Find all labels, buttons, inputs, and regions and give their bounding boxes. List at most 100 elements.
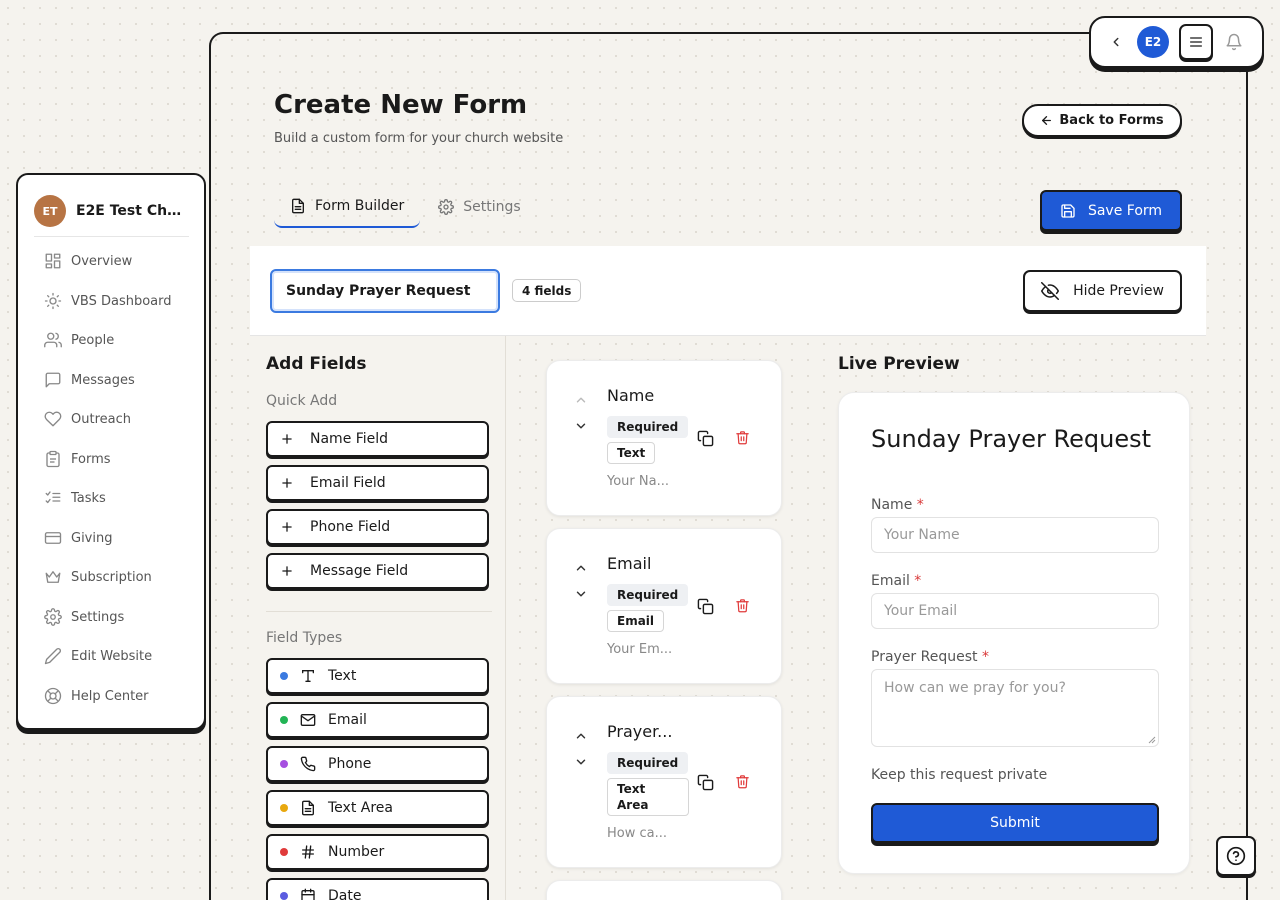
live-preview-title: Live Preview xyxy=(838,354,960,374)
trash-icon[interactable] xyxy=(735,430,751,446)
clipboard-icon xyxy=(44,450,62,468)
user-avatar[interactable]: E2 xyxy=(1137,26,1169,58)
help-button[interactable] xyxy=(1216,836,1256,876)
field-type-text-button[interactable]: Text xyxy=(266,658,489,694)
back-to-forms-label: Back to Forms xyxy=(1059,113,1164,128)
add-fields-panel: Add Fields Quick Add Name Field Email Fi… xyxy=(250,336,506,900)
preview-name-input[interactable]: Your Name xyxy=(871,517,1159,553)
sidebar-item-edit-website[interactable]: Edit Website xyxy=(44,645,152,667)
copy-icon[interactable] xyxy=(697,774,715,792)
chevron-left-icon[interactable] xyxy=(1105,31,1127,53)
hide-preview-label: Hide Preview xyxy=(1073,283,1164,299)
sidebar-item-outreach[interactable]: Outreach xyxy=(44,408,131,430)
quick-add-email-button[interactable]: Email Field xyxy=(266,465,489,501)
quick-add-label: Phone Field xyxy=(310,519,391,535)
org-avatar: ET xyxy=(34,195,66,227)
chevron-down-icon[interactable] xyxy=(574,587,590,603)
sidebar-item-label: Messages xyxy=(71,372,135,388)
quick-add-name-button[interactable]: Name Field xyxy=(266,421,489,457)
quick-add-message-button[interactable]: Message Field xyxy=(266,553,489,589)
trash-icon[interactable] xyxy=(735,774,751,790)
credit-card-icon xyxy=(44,529,62,547)
tab-bar: Form Builder Settings xyxy=(274,186,537,228)
sidebar-item-label: Help Center xyxy=(71,688,149,704)
field-type-label: Number xyxy=(328,844,385,860)
sidebar-item-label: Overview xyxy=(71,253,133,269)
heart-icon xyxy=(44,410,62,428)
field-placeholder: Your Em... xyxy=(607,642,673,657)
field-card-name[interactable]: Name Required Text Your Na... xyxy=(546,360,782,516)
type-badge: Email xyxy=(607,610,665,632)
quick-add-phone-button[interactable]: Phone Field xyxy=(266,509,489,545)
sidebar-item-messages[interactable]: Messages xyxy=(44,369,135,391)
preview-field-label: Email * xyxy=(871,573,922,589)
preview-card: Sunday Prayer Request Name * Your Name E… xyxy=(838,392,1190,874)
field-card-email[interactable]: Email Required Email Your Em... xyxy=(546,528,782,684)
submit-button[interactable]: Submit xyxy=(871,803,1159,843)
copy-icon[interactable] xyxy=(697,598,715,616)
chevron-down-icon[interactable] xyxy=(574,755,590,771)
plus-icon xyxy=(280,564,294,578)
field-type-number-button[interactable]: Number xyxy=(266,834,489,870)
required-badge: Required xyxy=(607,416,689,438)
menu-button[interactable] xyxy=(1179,24,1213,60)
sidebar-item-giving[interactable]: Giving xyxy=(44,527,112,549)
quick-add-label: Email Field xyxy=(310,475,386,491)
list-check-icon xyxy=(44,489,62,507)
field-card-next[interactable] xyxy=(546,880,782,900)
field-type-date-button[interactable]: Date xyxy=(266,878,489,900)
sidebar-item-subscription[interactable]: Subscription xyxy=(44,566,152,588)
color-dot xyxy=(280,672,288,680)
resize-grip-icon[interactable] xyxy=(1148,736,1156,744)
field-type-phone-button[interactable]: Phone xyxy=(266,746,489,782)
org-header[interactable]: ET E2E Test Church xyxy=(34,195,192,227)
chevron-up-icon[interactable] xyxy=(574,561,590,577)
sidebar-item-label: VBS Dashboard xyxy=(71,293,172,309)
preview-prayer-textarea[interactable]: How can we pray for you? xyxy=(871,669,1159,747)
file-icon xyxy=(290,198,306,214)
sidebar-item-tasks[interactable]: Tasks xyxy=(44,487,106,509)
field-label: Name xyxy=(607,386,655,405)
sidebar-item-forms[interactable]: Forms xyxy=(44,448,111,470)
gear-icon xyxy=(438,199,455,215)
preview-field-label: Name * xyxy=(871,497,924,513)
field-type-email-button[interactable]: Email xyxy=(266,702,489,738)
sidebar-item-label: People xyxy=(71,332,115,348)
back-to-forms-button[interactable]: Back to Forms xyxy=(1022,104,1182,137)
calendar-icon xyxy=(298,886,318,900)
field-type-textarea-button[interactable]: Text Area xyxy=(266,790,489,826)
sidebar-item-label: Tasks xyxy=(71,490,106,506)
type-badge: Text Area xyxy=(607,778,689,816)
preview-email-input[interactable]: Your Email xyxy=(871,593,1159,629)
plus-icon xyxy=(280,476,294,490)
sidebar-item-overview[interactable]: Overview xyxy=(44,250,132,272)
sidebar-item-people[interactable]: People xyxy=(44,329,114,351)
field-card-prayer[interactable]: Prayer... Required Text Area How ca... xyxy=(546,696,782,868)
private-request-label: Keep this request private xyxy=(871,767,1048,783)
chevron-up-icon[interactable] xyxy=(574,729,590,745)
save-form-button[interactable]: Save Form xyxy=(1040,190,1182,231)
add-fields-title: Add Fields xyxy=(266,354,367,374)
tab-form-builder[interactable]: Form Builder xyxy=(274,186,421,228)
form-name-input[interactable] xyxy=(270,269,500,313)
field-count-badge: 4 fields xyxy=(512,279,582,302)
sun-icon xyxy=(44,292,62,310)
field-placeholder: Your Na... xyxy=(607,474,669,489)
chevron-up-icon[interactable] xyxy=(574,393,590,409)
trash-icon[interactable] xyxy=(735,598,751,614)
color-dot xyxy=(280,716,288,724)
top-toolbar: E2 xyxy=(1089,16,1264,68)
tab-settings[interactable]: Settings xyxy=(422,186,536,228)
org-name: E2E Test Church xyxy=(76,203,184,219)
grid-icon xyxy=(44,252,62,270)
copy-icon[interactable] xyxy=(697,430,715,448)
sidebar-item-settings[interactable]: Settings xyxy=(44,606,124,628)
required-badge: Required xyxy=(607,752,689,774)
sidebar-item-vbs-dashboard[interactable]: VBS Dashboard xyxy=(44,290,172,312)
hide-preview-button[interactable]: Hide Preview xyxy=(1023,270,1182,312)
bell-icon[interactable] xyxy=(1223,31,1245,53)
chevron-down-icon[interactable] xyxy=(574,419,590,435)
mail-icon xyxy=(298,710,318,730)
sidebar-item-help-center[interactable]: Help Center xyxy=(44,685,149,707)
field-label: Email xyxy=(607,554,652,573)
